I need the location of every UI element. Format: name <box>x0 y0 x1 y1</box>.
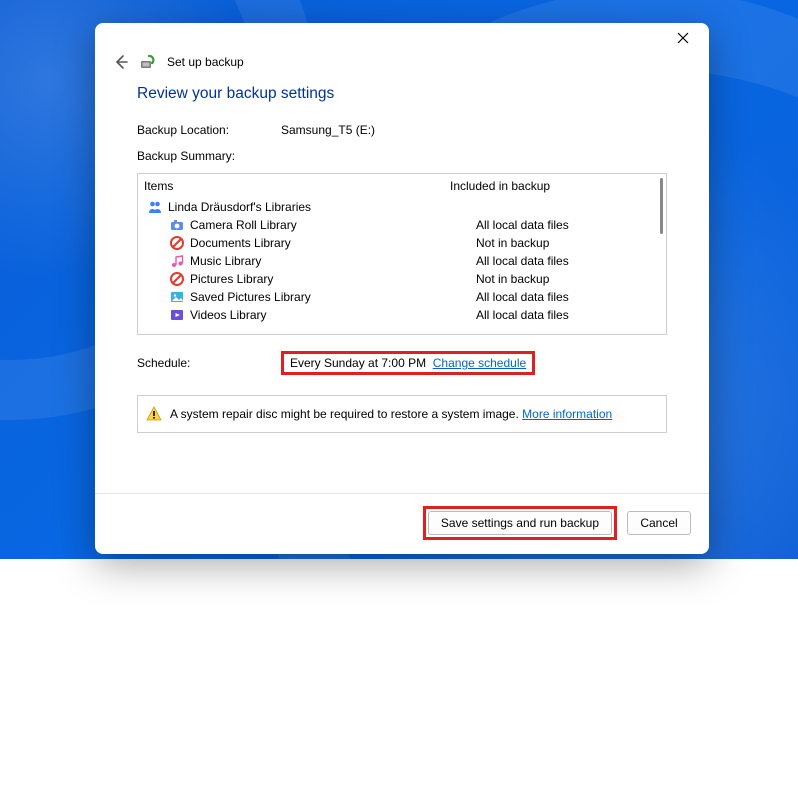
setup-backup-window: Set up backup Review your backup setting… <box>95 23 709 554</box>
header-row: Set up backup <box>95 53 709 79</box>
change-schedule-link[interactable]: Change schedule <box>433 356 526 370</box>
page-heading: Review your backup settings <box>137 85 667 103</box>
summary-row[interactable]: Videos Library All local data files <box>138 306 666 324</box>
forbid-icon <box>170 272 184 286</box>
summary-item-name: Linda Dräusdorf's Libraries <box>168 200 311 214</box>
summary-item-included: Not in backup <box>476 236 660 250</box>
summary-item-name: Camera Roll Library <box>190 218 297 232</box>
save-and-run-button[interactable]: Save settings and run backup <box>428 511 612 535</box>
pictures-icon <box>170 290 184 304</box>
video-icon <box>170 308 184 322</box>
cancel-button[interactable]: Cancel <box>627 511 691 535</box>
schedule-value: Every Sunday at 7:00 PM <box>290 356 426 370</box>
schedule-label: Schedule: <box>137 356 257 370</box>
summary-row[interactable]: Pictures Library Not in backup <box>138 270 666 288</box>
backup-location-label: Backup Location: <box>137 123 257 137</box>
backup-summary-box: Items Included in backup Linda Dräusdorf… <box>137 173 667 335</box>
backup-location-row: Backup Location: Samsung_T5 (E:) <box>137 123 667 137</box>
window-titlebar <box>95 23 709 53</box>
backup-summary-label: Backup Summary: <box>137 149 257 163</box>
summary-row[interactable]: Documents Library Not in backup <box>138 234 666 252</box>
summary-item-included: All local data files <box>476 254 660 268</box>
system-repair-info: A system repair disc might be required t… <box>137 395 667 433</box>
summary-item-included: All local data files <box>476 290 660 304</box>
col-items-header: Items <box>144 179 173 193</box>
summary-row[interactable]: Music Library All local data files <box>138 252 666 270</box>
camera-icon <box>170 218 184 232</box>
summary-item-included: Not in backup <box>476 272 660 286</box>
primary-button-highlight: Save settings and run backup <box>423 506 617 540</box>
back-arrow-icon[interactable] <box>113 54 129 70</box>
warning-icon <box>146 406 162 422</box>
summary-item-name: Documents Library <box>190 236 291 250</box>
summary-item-name: Saved Pictures Library <box>190 290 311 304</box>
backup-location-value: Samsung_T5 (E:) <box>281 123 375 137</box>
summary-item-name: Videos Library <box>190 308 267 322</box>
info-text: A system repair disc might be required t… <box>170 407 612 421</box>
summary-row[interactable]: Linda Dräusdorf's Libraries <box>138 198 666 216</box>
summary-item-name: Music Library <box>190 254 261 268</box>
forbid-icon <box>170 236 184 250</box>
dialog-footer: Save settings and run backup Cancel <box>95 493 709 554</box>
more-information-link[interactable]: More information <box>522 407 612 421</box>
backup-wizard-icon <box>139 53 157 71</box>
summary-item-included: All local data files <box>476 308 660 322</box>
close-icon <box>677 32 689 44</box>
schedule-row: Schedule: Every Sunday at 7:00 PM Change… <box>137 351 667 375</box>
schedule-highlight: Every Sunday at 7:00 PM Change schedule <box>281 351 535 375</box>
summary-row[interactable]: Saved Pictures Library All local data fil… <box>138 288 666 306</box>
summary-item-name: Pictures Library <box>190 272 273 286</box>
music-icon <box>170 254 184 268</box>
summary-item-included: All local data files <box>476 218 660 232</box>
summary-row[interactable]: Camera Roll Library All local data files <box>138 216 666 234</box>
header-title: Set up backup <box>167 55 244 69</box>
close-button[interactable] <box>661 24 705 52</box>
user-libs-icon <box>148 200 162 214</box>
col-included-header: Included in backup <box>450 179 550 193</box>
scrollbar-thumb[interactable] <box>660 178 663 234</box>
